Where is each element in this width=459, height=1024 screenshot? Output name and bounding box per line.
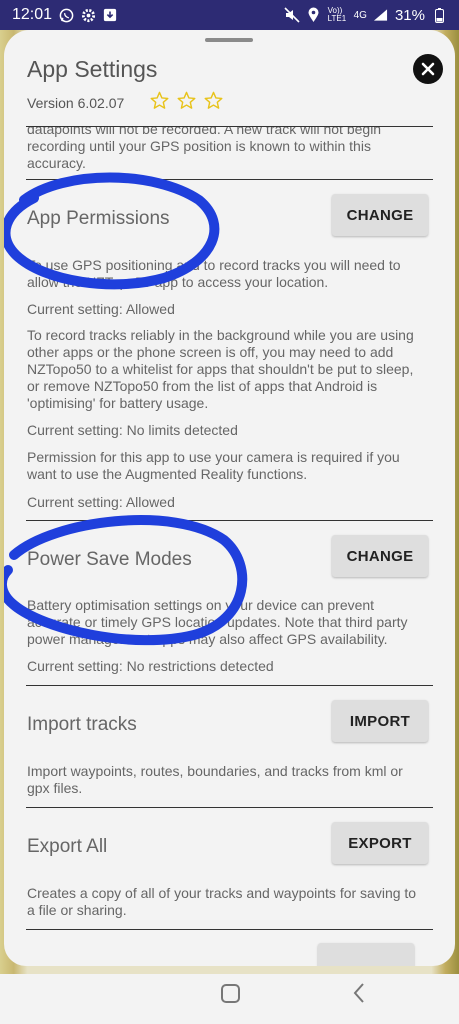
import-description: Import waypoints, routes, boundaries, an…: [27, 763, 403, 796]
battery-percent: 31%: [394, 6, 425, 24]
version-label: Version 6.02.07: [27, 95, 125, 111]
status-time: 12:01: [12, 6, 53, 23]
sheet-title: App Settings: [27, 56, 158, 82]
rating-stars[interactable]: [150, 91, 223, 110]
export-title: Export All: [27, 836, 108, 857]
permissions-title: App Permissions: [27, 208, 170, 229]
home-button[interactable]: [221, 984, 240, 1003]
permissions-camera-text: Permission for this app to use your came…: [27, 449, 400, 482]
gear-icon: [80, 7, 96, 23]
system-nav-bar: [0, 974, 459, 1024]
close-button[interactable]: [413, 54, 443, 84]
next-row-button[interactable]: [318, 943, 414, 966]
export-button[interactable]: EXPORT: [332, 822, 428, 864]
section-divider: [26, 685, 433, 686]
star-icon[interactable]: [150, 91, 169, 110]
battery-icon: [431, 7, 447, 23]
permissions-camera-setting: Current setting: Allowed: [27, 494, 175, 510]
permissions-location-setting: Current setting: Allowed: [27, 301, 175, 317]
accuracy-description: datapoints will not be recorded. A new t…: [27, 127, 382, 171]
app-settings-sheet: App Settings Version 6.02.07 datapoints …: [4, 30, 455, 966]
power-title: Power Save Modes: [27, 549, 192, 570]
section-divider: [26, 807, 433, 808]
power-description: Battery optimisation settings on your de…: [27, 597, 408, 647]
permissions-location-text: To use GPS positioning and to record tra…: [27, 257, 401, 290]
export-description: Creates a copy of all of your tracks and…: [27, 885, 417, 918]
settings-scroll-area[interactable]: datapoints will not be recorded. A new t…: [4, 127, 455, 966]
permissions-background-setting: Current setting: No limits detected: [27, 422, 238, 438]
mute-icon: [284, 7, 300, 23]
import-title: Import tracks: [27, 714, 137, 735]
section-divider: [26, 929, 433, 930]
back-icon[interactable]: [352, 982, 366, 1004]
network-type: 4G: [353, 9, 367, 21]
network-label: Vo)) LTE1: [327, 6, 347, 23]
location-icon: [306, 7, 322, 23]
close-icon: [421, 62, 435, 76]
power-setting: Current setting: No restrictions detecte…: [27, 658, 274, 674]
section-divider: [26, 179, 433, 180]
download-icon: [102, 7, 118, 23]
star-icon[interactable]: [204, 91, 223, 110]
signal-icon: [373, 7, 389, 23]
import-button[interactable]: IMPORT: [332, 700, 428, 742]
permissions-change-button[interactable]: CHANGE: [332, 194, 428, 236]
drag-handle[interactable]: [205, 38, 253, 42]
whatsapp-icon: [58, 7, 74, 23]
status-bar: 12:01 Vo)) LTE1 4G 31%: [0, 0, 459, 30]
permissions-background-text: To record tracks reliably in the backgro…: [27, 327, 414, 411]
power-change-button[interactable]: CHANGE: [332, 535, 428, 577]
section-divider: [26, 520, 433, 521]
star-icon[interactable]: [177, 91, 196, 110]
